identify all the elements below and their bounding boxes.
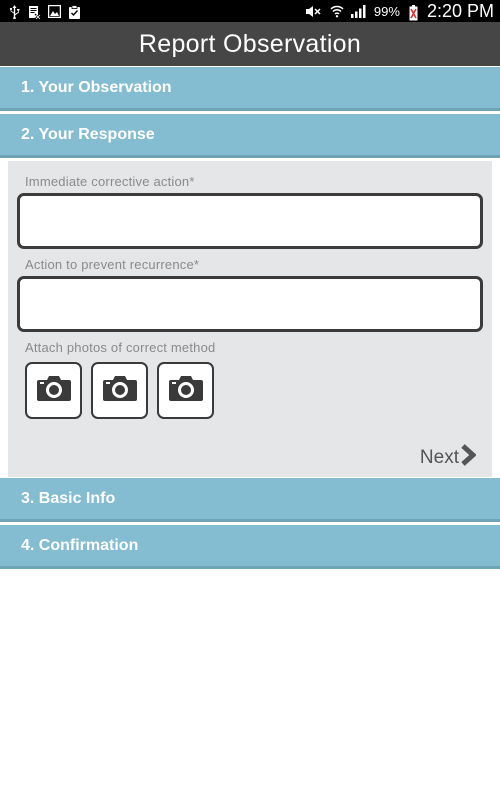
- status-bar: 99% 2:20 PM: [0, 0, 500, 22]
- status-bar-system: 99% 2:20 PM: [305, 1, 494, 22]
- battery-icon: [409, 4, 418, 20]
- app-header: Report Observation: [0, 22, 500, 66]
- section-label: 3. Basic Info: [21, 489, 116, 507]
- attach-photo-button-3[interactable]: [157, 362, 214, 419]
- attach-photo-button-1[interactable]: [25, 362, 82, 419]
- signal-icon: [350, 4, 367, 18]
- next-button[interactable]: Next: [419, 444, 477, 472]
- clock: 2:20 PM: [426, 0, 494, 21]
- section-your-response[interactable]: 2. Your Response: [0, 114, 500, 158]
- camera-icon: [102, 374, 138, 407]
- section-label: 2. Your Response: [21, 125, 155, 143]
- attach-photos-label: Attach photos of correct method: [25, 340, 216, 355]
- response-panel: Immediate corrective action* Action to p…: [8, 161, 492, 477]
- attach-photo-button-2[interactable]: [91, 362, 148, 419]
- immediate-action-label: Immediate corrective action*: [25, 174, 195, 189]
- clipboard-icon: [68, 4, 81, 19]
- mute-icon: [305, 5, 323, 18]
- status-bar-notifications: [8, 4, 81, 19]
- page-title: Report Observation: [138, 29, 362, 58]
- document-icon: [28, 5, 41, 19]
- immediate-action-input[interactable]: [17, 193, 483, 249]
- battery-percent: 99%: [373, 3, 400, 19]
- chevron-right-icon: [460, 444, 477, 472]
- prevent-recurrence-label: Action to prevent recurrence*: [25, 257, 200, 272]
- section-basic-info[interactable]: 3. Basic Info: [0, 478, 500, 522]
- wifi-icon: [330, 5, 344, 18]
- next-label: Next: [419, 447, 459, 468]
- section-your-observation[interactable]: 1. Your Observation: [0, 67, 500, 111]
- camera-icon: [168, 374, 204, 407]
- section-label: 4. Confirmation: [21, 536, 139, 554]
- section-confirmation[interactable]: 4. Confirmation: [0, 525, 500, 569]
- image-icon: [48, 4, 61, 18]
- camera-icon: [36, 374, 72, 407]
- prevent-recurrence-input[interactable]: [17, 276, 483, 332]
- section-label: 1. Your Observation: [21, 78, 172, 96]
- usb-icon: [8, 4, 21, 19]
